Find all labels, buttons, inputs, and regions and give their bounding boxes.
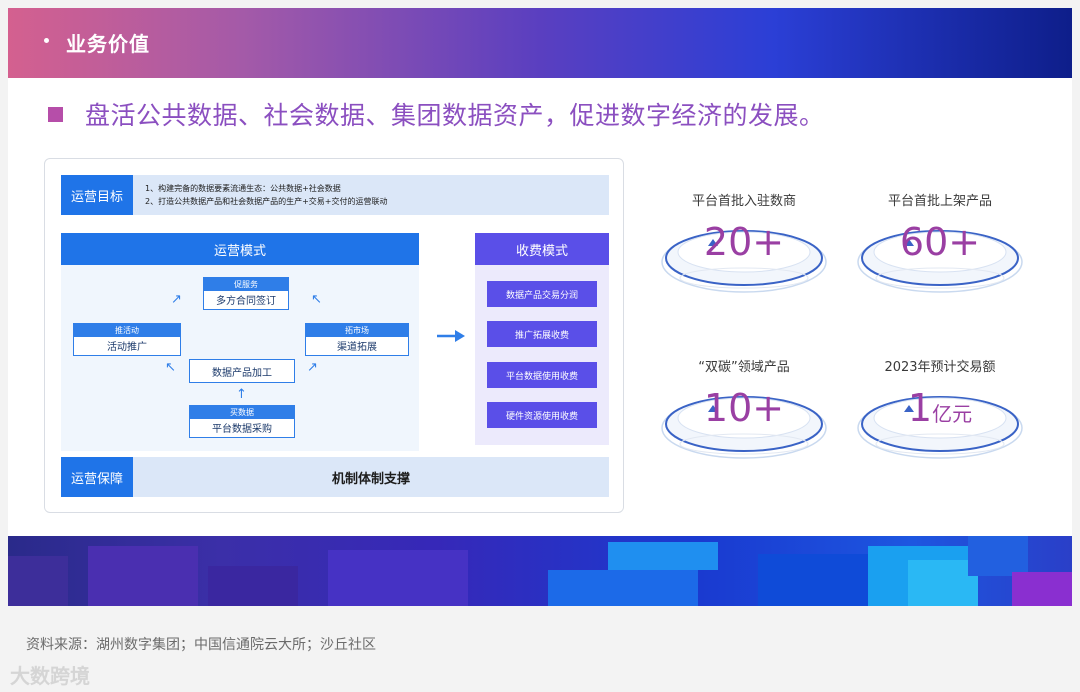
arrow-up-left-icon: ↖ bbox=[165, 360, 176, 375]
stat-caption: 平台首批入驻数商 bbox=[691, 194, 796, 209]
node-label: 平台数据采购 bbox=[212, 423, 272, 435]
bullet-dot-icon bbox=[44, 38, 49, 43]
node-label: 渠道拓展 bbox=[337, 341, 377, 353]
fee-item: 平台数据使用收费 bbox=[487, 362, 597, 388]
stat-card: 平台首批上架产品 60+ bbox=[850, 190, 1030, 330]
stat-card: “双碳”领域产品 10+ bbox=[654, 356, 834, 496]
guarantee-tag: 运营保障 bbox=[61, 457, 133, 497]
guarantee-text: 机制体制支撑 bbox=[331, 471, 410, 487]
slide: 业务价值 盘活公共数据、社会数据、集团数据资产，促进数字经济的发展。 运营目标 … bbox=[8, 8, 1072, 606]
goal-text: 1、构建完备的数据要素流通生态：公共数据+社会数据 2、打造公共数据产品和社会数… bbox=[145, 182, 388, 208]
section-title: 业务价值 bbox=[66, 32, 150, 56]
mode-title: 运营模式 bbox=[61, 233, 419, 265]
fee-title: 收费模式 bbox=[475, 233, 609, 265]
decorative-band bbox=[8, 536, 1072, 606]
headline: 盘活公共数据、社会数据、集团数据资产，促进数字经济的发展。 bbox=[48, 96, 825, 132]
stat-card: 平台首批入驻数商 20+ bbox=[654, 190, 834, 330]
node-right: 拓市场 渠道拓展 bbox=[305, 323, 409, 356]
square-bullet-icon bbox=[48, 106, 63, 122]
headline-text: 盘活公共数据、社会数据、集团数据资产，促进数字经济的发展。 bbox=[85, 101, 825, 130]
stat-value: 10+ bbox=[703, 386, 785, 430]
node-label: 多方合同签订 bbox=[216, 295, 276, 307]
arrow-up-right-icon: ↗ bbox=[307, 360, 318, 375]
arrow-right-icon bbox=[437, 330, 465, 342]
stat-value: 60+ bbox=[899, 220, 981, 264]
stat-card: 2023年预计交易额 1亿元 bbox=[850, 356, 1030, 496]
fee-panel: 收费模式 数据产品交易分润 推广拓展收费 平台数据使用收费 硬件资源使用收费 bbox=[475, 233, 609, 445]
stat-value: 1亿元 bbox=[907, 386, 973, 430]
stat-caption: 平台首批上架产品 bbox=[887, 194, 992, 209]
stat-value: 20+ bbox=[703, 220, 785, 264]
arrow-up-icon: ↑ bbox=[236, 387, 247, 402]
source-note: 资料来源：湖州数字集团；中国信通院云大所；沙丘社区 bbox=[26, 637, 376, 653]
watermark: 大数跨境 bbox=[10, 664, 90, 688]
goal-line: 2、打造公共数据产品和社会数据产品的生产+交易+交付的运营联动 bbox=[145, 197, 388, 206]
node-top: 促服务 多方合同签订 bbox=[203, 277, 289, 310]
node-label: 数据产品加工 bbox=[212, 367, 272, 379]
node-center: 数据产品加工 bbox=[189, 359, 295, 383]
operation-diagram: 运营目标 1、构建完备的数据要素流通生态：公共数据+社会数据 2、打造公共数据产… bbox=[44, 158, 624, 513]
stat-caption: “双碳”领域产品 bbox=[698, 360, 790, 375]
fee-item: 数据产品交易分润 bbox=[487, 281, 597, 307]
goal-line: 1、构建完备的数据要素流通生态：公共数据+社会数据 bbox=[145, 184, 341, 193]
goal-bar: 运营目标 1、构建完备的数据要素流通生态：公共数据+社会数据 2、打造公共数据产… bbox=[61, 175, 609, 215]
fee-item: 硬件资源使用收费 bbox=[487, 402, 597, 428]
goal-tag: 运营目标 bbox=[61, 175, 133, 215]
stat-caption: 2023年预计交易额 bbox=[884, 360, 996, 375]
header-banner: 业务价值 bbox=[8, 8, 1072, 78]
guarantee-bar: 运营保障 机制体制支撑 bbox=[61, 457, 609, 497]
arrow-up-right-icon: ↗ bbox=[171, 292, 182, 307]
mode-panel: 运营模式 促服务 多方合同签订 推活动 活动推广 拓市场 渠道拓展 数据产品加工… bbox=[61, 233, 419, 451]
node-left: 推活动 活动推广 bbox=[73, 323, 181, 356]
arrow-up-left-icon: ↖ bbox=[311, 292, 322, 307]
fee-item: 推广拓展收费 bbox=[487, 321, 597, 347]
node-bottom: 买数据 平台数据采购 bbox=[189, 405, 295, 438]
node-label: 活动推广 bbox=[107, 341, 147, 353]
